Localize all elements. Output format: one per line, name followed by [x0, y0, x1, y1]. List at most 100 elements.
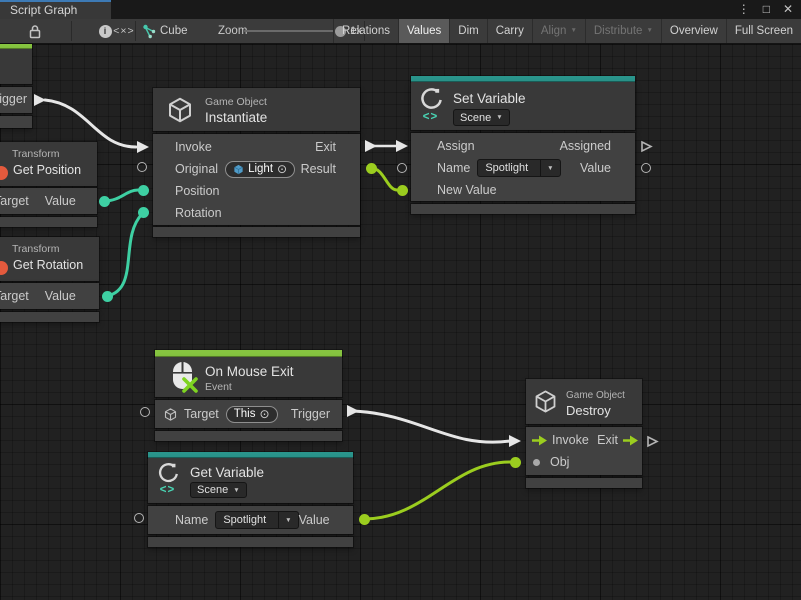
port-label-exit: Exit	[315, 140, 336, 154]
port-value-output[interactable]	[641, 163, 651, 173]
chevron-down-icon: ▼	[540, 160, 559, 176]
node-header[interactable]: Game Object Instantiate	[153, 88, 360, 131]
target-object-field[interactable]: This ⊙	[226, 406, 278, 423]
carry-button[interactable]: Carry	[487, 19, 532, 43]
wire-trigger-to-invoke[interactable]	[45, 100, 136, 147]
lock-button[interactable]	[24, 19, 46, 43]
align-button[interactable]: Align▼	[532, 19, 585, 43]
graph-owner-button[interactable]	[141, 19, 157, 43]
port-value-output[interactable]	[99, 196, 110, 207]
graph-owner-label: Cube	[160, 19, 188, 43]
variable-name-dropdown[interactable]: Spotlight ▼	[477, 159, 560, 177]
overview-button[interactable]: Overview	[661, 19, 726, 43]
port-label-new-value: New Value	[437, 183, 497, 197]
node-footer	[0, 312, 99, 322]
port-label-result: Result	[301, 162, 336, 176]
port-invoke-input[interactable]	[509, 435, 521, 447]
node-header[interactable]: <> Set Variable Scene ▼	[411, 82, 635, 130]
game-object-cube-icon	[165, 95, 195, 125]
node-header[interactable]	[0, 49, 32, 84]
node-body[interactable]: Invoke Exit Obj	[526, 427, 642, 475]
node-body[interactable]: Name Spotlight ▼ Value	[148, 506, 353, 534]
window-menu-icon[interactable]: ⋮	[738, 2, 750, 17]
node-body[interactable]: Assign Assigned Name Spotlight ▼ Value N…	[411, 133, 635, 201]
dim-button[interactable]: Dim	[449, 19, 486, 43]
transform-icon	[0, 166, 8, 180]
node-footer	[0, 116, 32, 128]
node-header[interactable]: On Mouse Exit Event	[155, 357, 342, 397]
port-position-input[interactable]	[138, 185, 149, 196]
variable-scope-dropdown[interactable]: Scene ▼	[453, 109, 510, 126]
port-value-output[interactable]	[102, 291, 113, 302]
node-body[interactable]: Target Value	[0, 188, 97, 214]
port-exit-output[interactable]	[365, 140, 377, 152]
zoom-slider-track[interactable]	[244, 30, 334, 32]
node-body[interactable]: Invoke Exit Original Light ⊙ Result Posi…	[153, 134, 360, 225]
code-icon: <×>	[113, 25, 134, 37]
variable-scope-dropdown[interactable]: Scene ▼	[190, 482, 247, 498]
node-footer	[155, 431, 342, 441]
code-view-button[interactable]: <×>	[110, 19, 138, 43]
game-object-cube-icon	[163, 407, 178, 422]
node-header[interactable]: Transform Get Rotation	[0, 237, 99, 281]
port-assigned-output[interactable]	[640, 140, 653, 153]
port-trigger-output[interactable]	[34, 94, 46, 106]
port-label-assigned: Assigned	[560, 139, 611, 153]
variable-glyph-icon: <>	[155, 484, 180, 496]
tab-script-graph[interactable]: Script Graph	[0, 0, 111, 19]
chevron-down-icon: ▼	[570, 27, 576, 34]
port-label-invoke: Invoke	[552, 433, 589, 447]
wire-variable-to-obj[interactable]	[364, 462, 510, 519]
graph-canvas[interactable]: Trigger Transform Get Position Target Va…	[0, 44, 801, 600]
node-header[interactable]: <> Get Variable Scene ▼	[148, 458, 353, 503]
object-picker-icon[interactable]: ⊙	[277, 163, 287, 175]
port-target-input[interactable]	[140, 407, 150, 417]
port-rotation-input[interactable]	[138, 207, 149, 218]
distribute-button[interactable]: Distribute▼	[585, 19, 661, 43]
wire-mouse-exit-to-destroy[interactable]	[353, 411, 510, 442]
port-name-input[interactable]	[397, 163, 407, 173]
original-object-value: Light	[248, 163, 273, 175]
port-assign-input[interactable]	[396, 140, 408, 152]
target-object-value: This	[234, 408, 256, 420]
port-name-input[interactable]	[134, 513, 144, 523]
flow-arrow-icon	[622, 435, 639, 446]
port-label-value: Value	[580, 161, 611, 175]
wire-rotation-value[interactable]	[107, 214, 142, 296]
full-screen-button[interactable]: Full Screen	[726, 19, 801, 43]
node-footer	[148, 537, 353, 547]
variable-name-dropdown[interactable]: Spotlight ▼	[215, 511, 298, 529]
object-picker-icon[interactable]: ⊙	[259, 408, 269, 420]
variable-glyph-icon: <>	[417, 111, 444, 123]
unity-icon	[418, 87, 443, 112]
node-title: Get Position	[13, 163, 81, 177]
node-header[interactable]: Transform Get Position	[0, 142, 97, 186]
mouse-icon	[167, 360, 199, 394]
node-header[interactable]: Game Object Destroy	[526, 379, 642, 424]
port-result-output[interactable]	[366, 163, 377, 174]
node-category: Transform	[12, 148, 59, 160]
tab-title: Script Graph	[10, 3, 77, 17]
port-value-output[interactable]	[359, 514, 370, 525]
port-obj-input[interactable]	[510, 457, 521, 468]
node-subtitle: Event	[205, 381, 232, 393]
transform-icon	[0, 261, 8, 275]
node-body[interactable]: Target Value	[0, 283, 99, 309]
values-button[interactable]: Values	[398, 19, 449, 43]
maximize-icon[interactable]: □	[763, 2, 770, 17]
close-icon[interactable]: ✕	[783, 2, 793, 17]
port-original-input[interactable]	[137, 162, 147, 172]
port-new-value-input[interactable]	[397, 185, 408, 196]
original-object-field[interactable]: Light ⊙	[225, 161, 295, 178]
port-exit-output[interactable]	[646, 435, 659, 448]
chevron-down-icon: ▼	[233, 487, 239, 494]
node-body[interactable]: Trigger	[0, 87, 32, 113]
port-trigger-output[interactable]	[347, 405, 359, 417]
node-category: Game Object	[205, 96, 267, 108]
port-label-original: Original	[175, 162, 218, 176]
port-invoke-input[interactable]	[137, 141, 149, 153]
node-title: Get Variable	[190, 465, 264, 480]
node-body[interactable]: Target This ⊙ Trigger	[155, 400, 342, 428]
relations-button[interactable]: Relations	[333, 19, 398, 43]
zoom-label: Zoom	[218, 19, 247, 43]
